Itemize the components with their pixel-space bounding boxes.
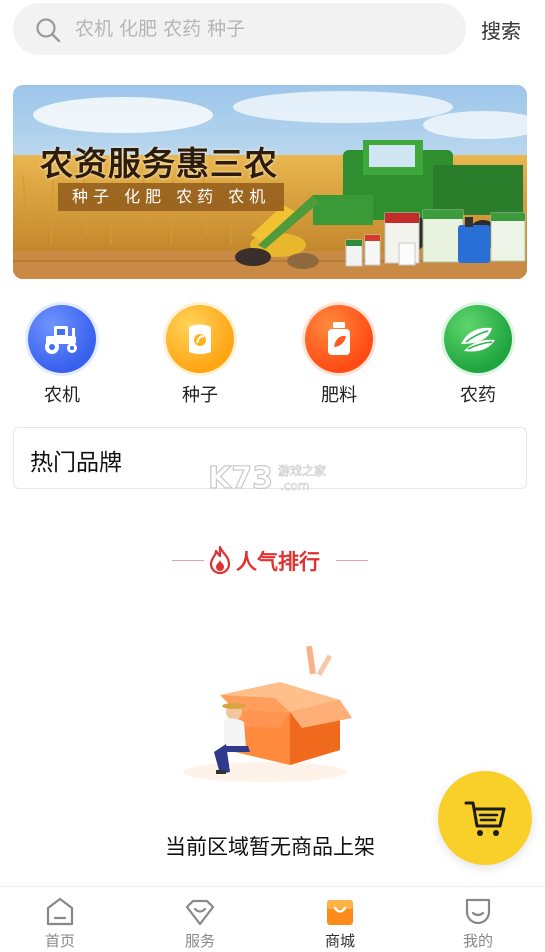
tractor-icon <box>28 305 96 373</box>
home-icon <box>46 897 74 926</box>
tab-label: 我的 <box>462 932 493 950</box>
ranking-header: 人气排行 <box>0 543 545 579</box>
category-seeds[interactable]: 种子 <box>160 305 240 407</box>
banner-title: 农资服务惠三农 <box>40 144 278 183</box>
fertilizer-bottle-icon <box>305 305 373 373</box>
ranking-title: 人气排行 <box>236 550 320 574</box>
leaf-icon <box>444 305 512 373</box>
category-pesticide[interactable]: 农药 <box>438 305 518 407</box>
seed-bag-icon <box>166 305 234 373</box>
watermark-brand: K73 <box>208 461 273 496</box>
ranking-divider-right <box>336 560 368 561</box>
search-bar: 搜索 <box>13 3 533 57</box>
category-label: 农机 <box>44 385 80 406</box>
profile-icon <box>465 898 491 925</box>
ranking-divider-left <box>172 560 204 561</box>
mall-icon <box>327 900 353 925</box>
tab-label: 商城 <box>324 932 355 950</box>
search-icon <box>36 18 61 43</box>
search-box[interactable] <box>13 3 466 55</box>
cart-button[interactable] <box>438 771 532 865</box>
service-icon <box>185 899 215 926</box>
watermark-caption: 游戏之家 <box>278 463 326 478</box>
cart-icon <box>464 801 506 836</box>
banner-subtitle: 种子 化肥 农药 农机 <box>58 183 285 211</box>
tab-label: 首页 <box>44 932 75 950</box>
k73-watermark: K73 游戏之家 .com <box>208 460 326 496</box>
tab-home[interactable]: 首页 <box>15 887 105 952</box>
search-button[interactable]: 搜索 <box>481 15 521 44</box>
watermark-domain: .com <box>280 479 309 493</box>
flame-icon <box>209 546 231 574</box>
hot-brands-title: 热门品牌 <box>30 450 122 476</box>
tab-service[interactable]: 服务 <box>155 887 245 952</box>
promo-banner[interactable]: 农资服务惠三农 种子 化肥 农药 农机 <box>13 85 527 279</box>
search-input[interactable] <box>75 3 455 55</box>
category-agri-machinery[interactable]: 农机 <box>22 305 102 407</box>
category-label: 种子 <box>182 385 218 406</box>
category-label: 肥料 <box>321 385 357 406</box>
empty-box-illustration <box>183 645 352 782</box>
tab-label: 服务 <box>184 932 215 950</box>
tab-mall[interactable]: 商城 <box>295 887 385 952</box>
category-fertilizer[interactable]: 肥料 <box>299 305 379 407</box>
category-label: 农药 <box>460 385 496 406</box>
bottom-tab-bar: 首页 服务 商城 我的 <box>0 886 545 952</box>
tab-profile[interactable]: 我的 <box>433 887 523 952</box>
app-screen: 搜索 <box>0 0 545 952</box>
